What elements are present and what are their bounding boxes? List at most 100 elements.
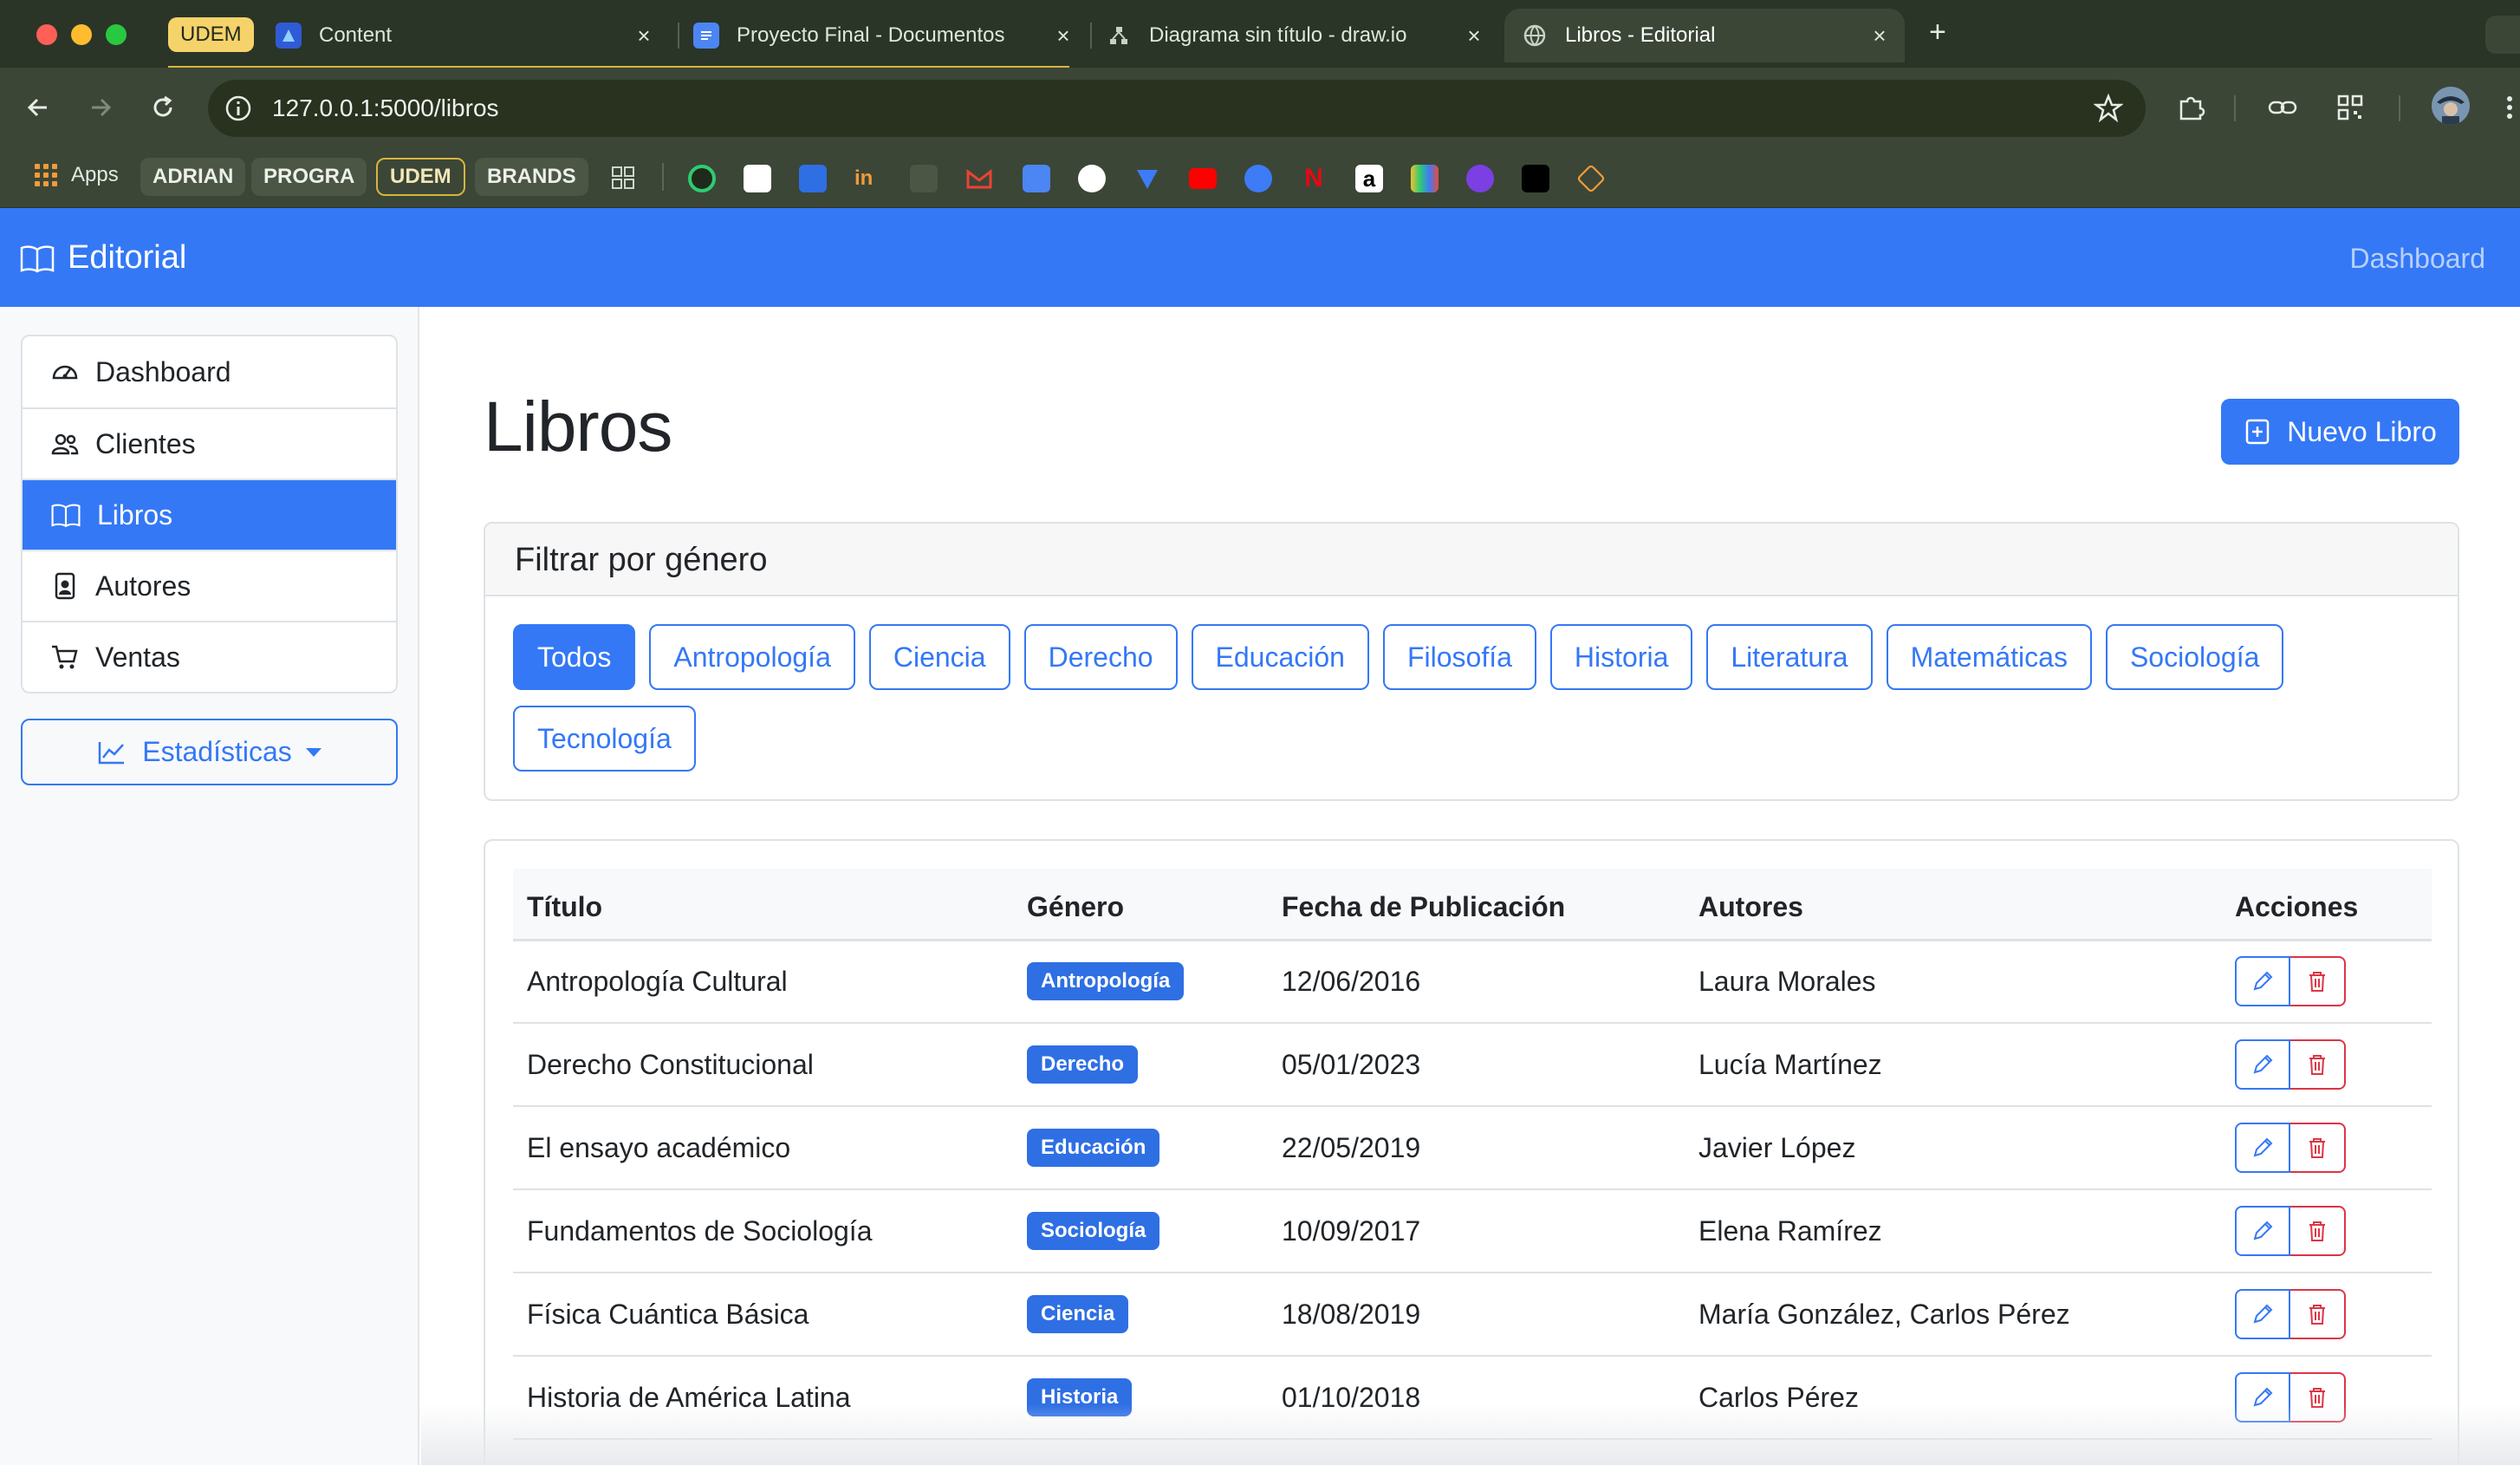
browser-menu-icon[interactable] <box>2492 90 2520 125</box>
bookmark-site-icon[interactable] <box>1133 165 1161 192</box>
genre-filter-filosofia[interactable]: Filosofía <box>1382 624 1536 690</box>
bookmark-youtube-icon[interactable] <box>1189 168 1217 189</box>
nuevo-libro-button[interactable]: Nuevo Libro <box>2221 399 2459 465</box>
tab-close-icon[interactable]: × <box>1867 23 1893 49</box>
column-header-genero: Género <box>1013 869 1268 941</box>
bookmark-folder-brands[interactable]: BRANDS <box>475 158 588 196</box>
sidebar-item-autores[interactable]: Autores <box>23 550 396 621</box>
bookmark-google-icon[interactable] <box>1078 165 1106 192</box>
link-icon[interactable] <box>2265 90 2300 125</box>
trash-icon <box>2309 1305 2325 1325</box>
sidebar-item-dashboard[interactable]: Dashboard <box>23 336 396 407</box>
sidebar-item-label: Clientes <box>95 427 196 459</box>
caret-down-icon <box>305 747 321 757</box>
table-row: Fundamentos de Sociología Sociología 10/… <box>513 1189 2432 1273</box>
edit-button[interactable] <box>2235 1039 2290 1090</box>
address-bar[interactable]: 127.0.0.1:5000/libros <box>208 80 2146 137</box>
brand[interactable]: Editorial <box>19 239 186 277</box>
tab-title: Proyecto Final - Documentos <box>737 23 1005 47</box>
trash-icon <box>2309 1055 2325 1075</box>
reload-icon[interactable] <box>146 90 180 125</box>
genre-filter-ciencia[interactable]: Ciencia <box>868 624 1010 690</box>
tab-close-icon[interactable]: × <box>631 23 657 49</box>
bookmark-site-icon[interactable] <box>1522 165 1549 192</box>
genre-badge: Sociología <box>1027 1212 1160 1250</box>
delete-button[interactable] <box>2290 1123 2346 1173</box>
genre-filter-literatura[interactable]: Literatura <box>1706 624 1873 690</box>
edit-button[interactable] <box>2235 1206 2290 1256</box>
window-zoom-button[interactable] <box>106 24 127 45</box>
delete-button[interactable] <box>2290 956 2346 1007</box>
nav-link-dashboard[interactable]: Dashboard <box>2349 243 2485 275</box>
delete-button[interactable] <box>2290 1206 2346 1256</box>
bookmark-cisco-icon[interactable] <box>910 165 938 192</box>
tab-close-icon[interactable]: × <box>1461 23 1487 49</box>
sidebar-item-clientes[interactable]: Clientes <box>23 407 396 479</box>
new-tab-plus-icon[interactable]: + <box>1929 16 1946 49</box>
pencil-icon <box>2253 1304 2273 1324</box>
bookmark-folder-udem[interactable]: UDEM <box>376 158 465 196</box>
site-info-icon[interactable] <box>224 94 253 123</box>
tab-proyecto-final[interactable]: Proyecto Final - Documentos × <box>693 9 1076 62</box>
window-minimize-button[interactable] <box>71 24 92 45</box>
bookmark-folder-progra[interactable]: PROGRA <box>251 158 367 196</box>
genre-filter-derecho[interactable]: Derecho <box>1023 624 1178 690</box>
genre-filter-antropologia[interactable]: Antropología <box>649 624 855 690</box>
bookmark-folder-adrian[interactable]: ADRIAN <box>140 158 246 196</box>
sidebar-item-label: Libros <box>97 498 173 531</box>
forward-arrow-icon[interactable] <box>83 90 118 125</box>
apps-grid-icon <box>35 164 57 186</box>
tab-group-label[interactable]: UDEM <box>168 17 254 52</box>
sidebar-item-ventas[interactable]: Ventas <box>23 621 396 692</box>
book-icon <box>20 244 55 272</box>
bookmark-site-icon[interactable] <box>1244 165 1272 192</box>
extensions-puzzle-icon[interactable] <box>2173 90 2208 125</box>
tab-drawio[interactable]: Diagrama sin título - draw.io × <box>1106 9 1487 62</box>
back-arrow-icon[interactable] <box>21 90 55 125</box>
bookmark-apps[interactable]: Apps <box>35 163 119 187</box>
bookmark-site-icon[interactable] <box>688 165 716 192</box>
genre-button-group: Todos Antropología Ciencia Derecho Educa… <box>513 624 2437 772</box>
bookmark-site-icon[interactable] <box>1466 165 1494 192</box>
tab-title: Diagrama sin título - draw.io <box>1149 23 1407 47</box>
genre-filter-educacion[interactable]: Educación <box>1191 624 1369 690</box>
table-row: El ensayo académico Educación 22/05/2019… <box>513 1106 2432 1190</box>
graph-up-icon <box>98 741 125 764</box>
bookmark-amazon-icon[interactable]: a <box>1355 165 1383 192</box>
profile-avatar[interactable] <box>2432 87 2470 125</box>
sidebar-item-libros[interactable]: Libros <box>23 479 396 550</box>
tab-libros-editorial[interactable]: Libros - Editorial × <box>1504 9 1905 62</box>
genre-filter-tecnologia[interactable]: Tecnología <box>513 706 696 772</box>
bookmark-site-icon[interactable] <box>1411 165 1439 192</box>
cell-autores: Lucía Martínez <box>1685 1023 2221 1107</box>
cell-genero: Antropología <box>1013 940 1268 1024</box>
window-close-button[interactable] <box>36 24 57 45</box>
bookmark-netflix-icon[interactable]: N <box>1300 165 1328 192</box>
edit-button[interactable] <box>2235 956 2290 1007</box>
bookmark-star-icon[interactable] <box>2094 94 2123 123</box>
pencil-icon <box>2253 1054 2273 1074</box>
genre-filter-historia[interactable]: Historia <box>1549 624 1693 690</box>
bookmark-gmail-icon[interactable] <box>965 165 993 192</box>
qr-code-icon[interactable] <box>2333 90 2367 125</box>
bookmark-site-icon[interactable]: in <box>854 165 882 192</box>
tab-content[interactable]: Content × <box>276 9 657 62</box>
genre-filter-matematicas[interactable]: Matemáticas <box>1886 624 2092 690</box>
bookmark-site-icon[interactable] <box>1576 164 1606 193</box>
tab-search-button[interactable] <box>2485 16 2520 54</box>
estadisticas-dropdown-button[interactable]: Estadísticas <box>21 719 398 785</box>
pencil-icon <box>2253 971 2273 991</box>
sidebar: Dashboard Clientes Libros Autores Ventas… <box>0 307 419 1465</box>
delete-button[interactable] <box>2290 1289 2346 1339</box>
bookmark-grid-icon[interactable] <box>610 165 636 191</box>
delete-button[interactable] <box>2290 1039 2346 1090</box>
genre-filter-todos[interactable]: Todos <box>513 624 636 690</box>
tab-close-icon[interactable]: × <box>1050 23 1076 49</box>
bookmark-site-icon[interactable] <box>744 165 771 192</box>
genre-filter-sociologia[interactable]: Sociología <box>2105 624 2284 690</box>
bookmark-canvas-icon[interactable] <box>799 165 827 192</box>
edit-button[interactable] <box>2235 1289 2290 1339</box>
edit-button[interactable] <box>2235 1123 2290 1173</box>
bookmark-calendar-icon[interactable] <box>1023 165 1050 192</box>
nuevo-libro-label: Nuevo Libro <box>2287 415 2437 447</box>
